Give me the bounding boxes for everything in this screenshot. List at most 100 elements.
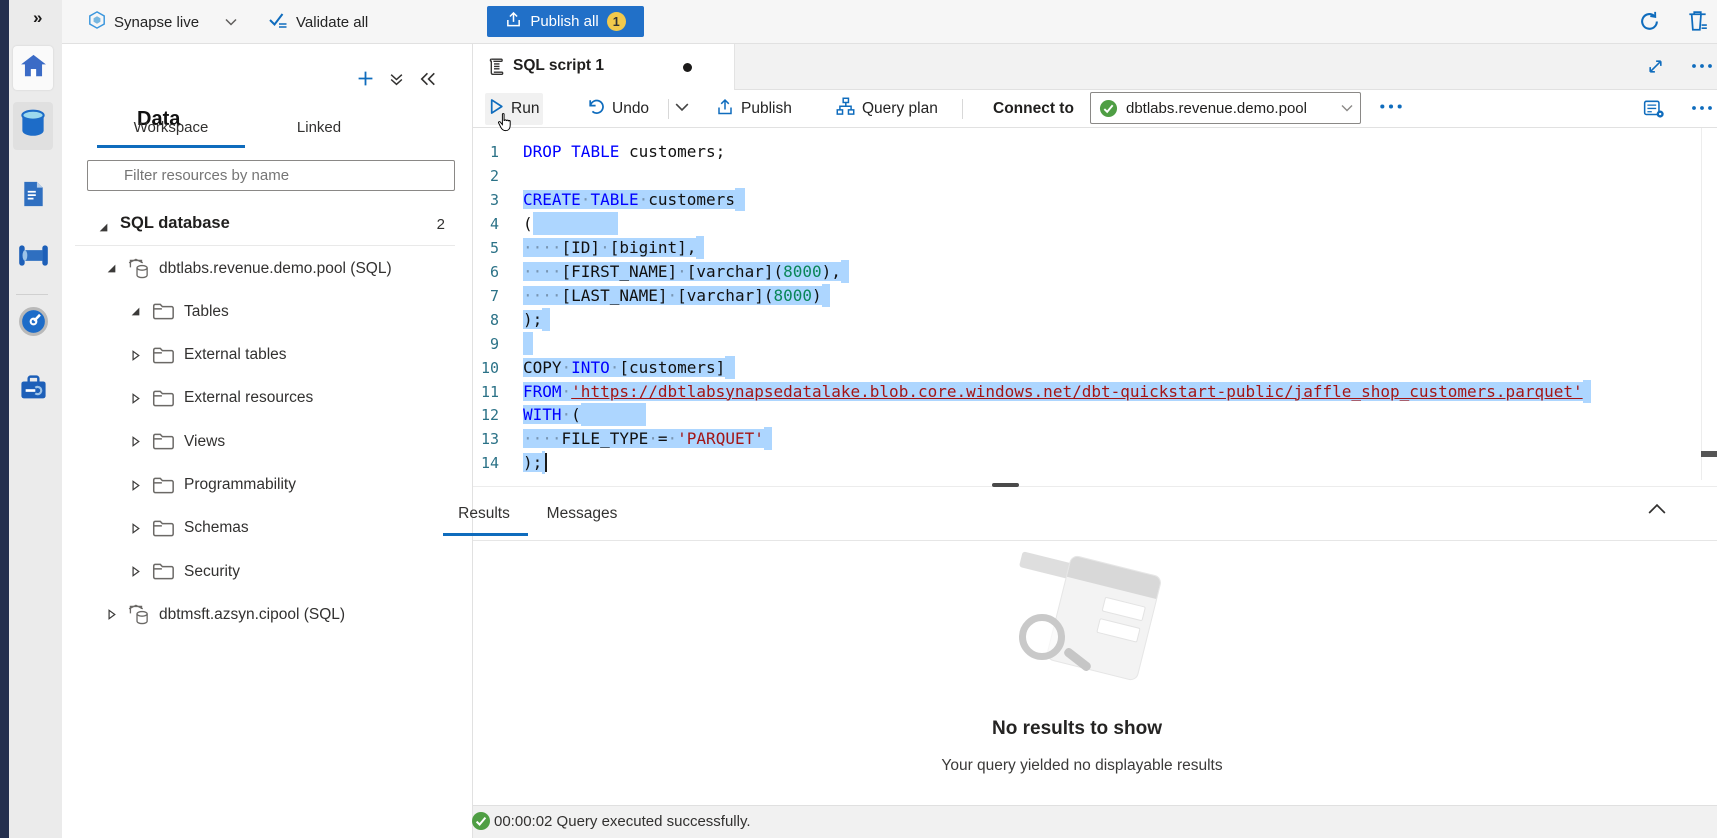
tree-item-tables[interactable]: Tables [62,290,473,333]
chevron-collapsed-icon[interactable] [128,523,142,534]
chevron-collapsed-icon[interactable] [128,436,142,447]
run-options-chevron-icon[interactable] [675,102,689,112]
code-line-7[interactable]: 7····[LAST_NAME]·[varchar](8000) [473,284,1717,308]
query-plan-button[interactable]: Query plan [832,93,942,125]
mode-selector[interactable]: Synapse live [88,0,237,44]
collapse-results-chevron-icon[interactable] [1648,502,1666,520]
line-number: 13 [473,427,499,451]
code-text: FROM·'https://dbtlabsynapsedatalake.blob… [523,380,1591,404]
code-line-2[interactable]: 2 [473,164,1717,188]
top-command-bar: Synapse live Validate all Publish all 1 [62,0,1717,44]
line-number: 4 [473,212,499,236]
chevron-expanded-icon[interactable] [104,263,118,274]
code-line-1[interactable]: 1DROP TABLE customers; [473,140,1717,164]
code-line-14[interactable]: 14); [473,451,1717,475]
success-check-icon [471,811,491,836]
folder-icon [152,476,175,495]
tree-item-sql-database[interactable]: SQL database 2 [75,206,459,244]
nav-home[interactable] [13,46,53,90]
nav-develop[interactable] [13,174,53,218]
editor-scrollbar-thumb[interactable] [1701,451,1717,457]
code-text: WITH·( [523,403,646,427]
tree-item-external-tables[interactable]: External tables [62,334,473,377]
chevron-expanded-icon[interactable] [98,220,109,238]
chevron-collapsed-icon[interactable] [128,350,142,361]
no-results-illustration [1005,548,1185,708]
chevron-collapsed-icon[interactable] [128,480,142,491]
tree-item-security[interactable]: Security [62,550,473,593]
splitter-drag-handle[interactable] [992,483,1019,487]
expand-rail-icon[interactable]: » [33,8,42,28]
home-icon [20,53,47,83]
folder-icon [152,346,175,365]
synapse-logo-icon [88,10,106,35]
code-text: CREATE·TABLE·customers [523,188,745,212]
collapse-all-icon[interactable] [389,72,404,87]
tab-messages[interactable]: Messages [532,494,632,534]
panel-splitter [473,486,1717,487]
filter-input[interactable] [87,160,455,191]
database-cylinder-icon [20,108,46,144]
view-settings-icon[interactable] [1643,98,1665,120]
tree-item-dbtlabs-revenue-demo-pool-sql[interactable]: dbtlabs.revenue.demo.pool (SQL) [62,247,473,290]
more-actions-overflow-icon[interactable] [1690,104,1714,112]
tree-item-dbtmsft-azsyn-cipool-sql[interactable]: dbtmsft.azsyn.cipool (SQL) [62,593,473,636]
collapse-panel-icon[interactable] [420,72,436,86]
publish-all-button[interactable]: Publish all 1 [487,6,644,37]
text-cursor [545,453,547,472]
tree-item-label: dbtlabs.revenue.demo.pool (SQL) [159,260,392,278]
nav-integrate[interactable] [13,236,53,280]
chevron-collapsed-icon[interactable] [104,609,118,620]
line-number: 12 [473,403,499,427]
code-line-5[interactable]: 5····[ID]·[bigint], [473,236,1717,260]
tree-item-programmability[interactable]: Programmability [62,464,473,507]
run-play-icon [489,98,504,120]
code-text: ); [523,451,547,475]
code-text: ····[FIRST_NAME]·[varchar](8000), [523,260,849,284]
run-button[interactable]: Run [485,93,543,125]
nav-manage[interactable] [13,368,53,412]
resource-tree: dbtlabs.revenue.demo.pool (SQL)TablesExt… [62,247,473,638]
tab-results[interactable]: Results [440,494,528,534]
undo-button[interactable]: Undo [583,93,653,125]
tree-item-views[interactable]: Views [62,420,473,463]
code-line-4[interactable]: 4( [473,212,1717,236]
tab-workspace[interactable]: Workspace [97,108,245,146]
tree-item-schemas[interactable]: Schemas [62,507,473,550]
tree-item-external-resources[interactable]: External resources [62,377,473,420]
selected-pool-label: dbtlabs.revenue.demo.pool [1126,100,1307,117]
chevron-down-icon [225,13,237,31]
code-line-6[interactable]: 6····[FIRST_NAME]·[varchar](8000), [473,260,1717,284]
nav-data[interactable] [13,102,53,150]
line-number: 1 [473,140,499,164]
chevron-expanded-icon[interactable] [128,306,142,317]
tab-sql-script-1[interactable]: SQL script 1 [473,44,735,90]
refresh-icon[interactable] [1638,10,1661,33]
code-line-13[interactable]: 13 ····FILE_TYPE·=·'PARQUET' [473,427,1717,451]
chevron-collapsed-icon[interactable] [128,393,142,404]
line-number: 8 [473,308,499,332]
code-line-11[interactable]: 11FROM·'https://dbtlabsynapsedatalake.bl… [473,380,1717,404]
code-line-12[interactable]: 12 WITH·( [473,403,1717,427]
validate-all-button[interactable]: Validate all [268,0,368,44]
connect-to-pool-dropdown[interactable]: dbtlabs.revenue.demo.pool [1090,92,1361,124]
toolbar-more-actions-icon[interactable] [1378,102,1404,111]
sql-code-editor[interactable]: 1DROP TABLE customers;23CREATE·TABLE·cus… [473,128,1717,486]
discard-trash-icon[interactable] [1687,9,1708,33]
publish-button[interactable]: Publish [712,93,796,125]
expand-editor-icon[interactable] [1647,58,1664,75]
tab-linked[interactable]: Linked [245,108,393,146]
mode-label: Synapse live [114,14,199,31]
tab-more-actions-icon[interactable] [1690,62,1714,70]
code-line-8[interactable]: 8); [473,308,1717,332]
code-text: ····[LAST_NAME]·[varchar](8000) [523,284,830,308]
nav-monitor[interactable] [13,302,53,346]
add-resource-button[interactable] [357,70,374,87]
chevron-collapsed-icon[interactable] [128,566,142,577]
code-line-3[interactable]: 3CREATE·TABLE·customers [473,188,1717,212]
code-line-10[interactable]: 10COPY·INTO·[customers] [473,356,1717,380]
code-text: ····FILE_TYPE·=·'PARQUET' [523,427,772,451]
tree-item-label: Views [184,433,225,451]
run-label: Run [511,100,539,118]
code-line-9[interactable]: 9 [473,332,1717,356]
